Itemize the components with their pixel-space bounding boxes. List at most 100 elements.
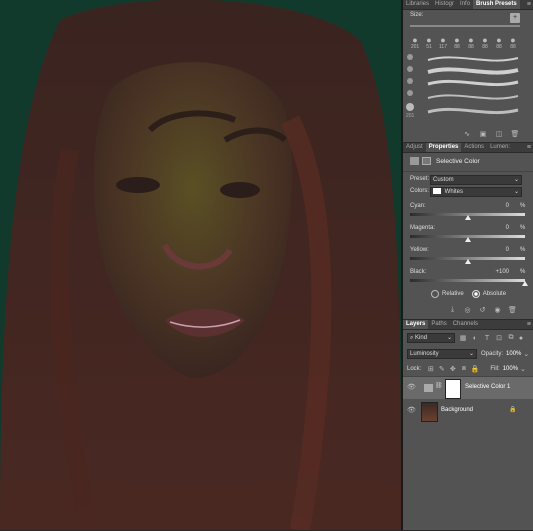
opacity-value[interactable]: 100% xyxy=(506,351,521,357)
tab-channels[interactable]: Channels xyxy=(450,320,481,329)
slider-value-input[interactable]: 0 xyxy=(480,201,512,211)
panel-menu-icon[interactable]: ≡ xyxy=(527,321,533,328)
eye-icon[interactable]: 👁 xyxy=(407,383,416,391)
tab-libraries[interactable]: Libraries xyxy=(403,0,432,9)
shape-filter-icon[interactable]: ⊡ xyxy=(493,334,505,342)
chevron-down-icon[interactable]: ⌄ xyxy=(523,350,529,358)
magenta-slider-track[interactable] xyxy=(410,235,525,242)
slider-value-input[interactable]: 0 xyxy=(480,245,512,255)
cyan-slider-track[interactable] xyxy=(410,213,525,220)
slider-label: Magenta: xyxy=(410,225,436,231)
lock-transparent-icon[interactable]: ⊞ xyxy=(425,365,436,373)
new-preset-icon[interactable]: + xyxy=(510,13,520,23)
slider-label: Yellow: xyxy=(410,247,429,253)
link-icon[interactable]: ⛓ xyxy=(435,382,443,389)
cyan-slider-group: Cyan: 0 % xyxy=(403,201,533,220)
new-brush-icon[interactable]: ◫ xyxy=(491,130,507,138)
properties-panel-tabs: Adjust Properties Actions Lumen: ≡ xyxy=(403,143,533,153)
yellow-slider-group: Yellow: 0 % xyxy=(403,245,533,264)
absolute-label: Absolute xyxy=(482,291,507,297)
panel-menu-icon[interactable]: ≡ xyxy=(527,144,533,151)
lock-label: Lock: xyxy=(407,366,422,372)
absolute-radio[interactable] xyxy=(471,290,480,298)
create-preset-icon[interactable]: ▣ xyxy=(475,130,491,138)
lock-pixels-icon[interactable]: ✎ xyxy=(436,365,447,373)
tab-adjustments[interactable]: Adjust xyxy=(403,143,426,152)
filter-toggle-icon[interactable]: ● xyxy=(517,335,525,342)
preset-label: Preset: xyxy=(410,176,430,182)
view-previous-icon[interactable]: ◎ xyxy=(460,306,475,314)
slider-value-input[interactable]: 0 xyxy=(480,223,512,233)
layers-panel-tabs: Layers Paths Channels ≡ xyxy=(403,320,533,330)
fill-value[interactable]: 100% xyxy=(503,366,518,372)
brush-size-label: 88 xyxy=(454,44,460,50)
tab-info[interactable]: Info xyxy=(457,0,473,9)
blend-row: Luminosity ⌄ Opacity: 100% ⌄ xyxy=(407,349,529,359)
slider-thumb[interactable] xyxy=(464,259,471,264)
trash-icon[interactable]: 🗑 xyxy=(507,130,523,138)
colors-dropdown[interactable]: Whites ⌄ xyxy=(430,187,522,197)
unit-label: % xyxy=(520,203,526,209)
tab-histogram[interactable]: Histogr xyxy=(432,0,457,9)
layer-row[interactable]: 👁 Background 🔒 xyxy=(403,400,533,422)
lock-artboard-icon[interactable]: ⧈ xyxy=(458,365,469,373)
slider-thumb[interactable] xyxy=(464,215,471,220)
slider-thumb[interactable] xyxy=(522,281,528,286)
kind-label: Kind xyxy=(415,335,428,341)
yellow-slider-track[interactable] xyxy=(410,257,525,264)
eye-icon[interactable]: 👁 xyxy=(407,406,416,414)
clip-to-layer-icon[interactable]: ⤓ xyxy=(445,306,460,314)
tab-brush-presets[interactable]: Brush Presets xyxy=(473,0,520,9)
layer-thumbnail[interactable] xyxy=(421,402,438,422)
brush-size-label: 51 xyxy=(426,44,432,50)
reset-icon[interactable]: ↺ xyxy=(475,306,490,314)
smart-object-filter-icon[interactable]: ⧉ xyxy=(505,334,517,342)
visibility-icon[interactable]: ◉ xyxy=(490,306,505,314)
chevron-down-icon[interactable]: ⌄ xyxy=(520,365,526,373)
tab-paths[interactable]: Paths xyxy=(428,320,449,329)
portrait-photo xyxy=(0,0,401,530)
panel-menu-icon[interactable]: ≡ xyxy=(527,1,533,8)
tab-layers[interactable]: Layers xyxy=(403,320,429,329)
brush-side-list: 201 xyxy=(403,52,415,126)
lock-all-icon[interactable]: 🔒 xyxy=(469,365,480,373)
black-slider-track[interactable] xyxy=(410,279,528,286)
brush-footer-icons: ∿ ▣ ◫ 🗑 xyxy=(459,130,523,138)
slider-label: Black: xyxy=(410,269,427,275)
blend-mode-dropdown[interactable]: Luminosity ⌄ xyxy=(407,349,477,359)
brush-panel-tabs: Libraries Histogr Info Brush Presets ≡ xyxy=(403,0,533,10)
relative-radio[interactable] xyxy=(431,290,439,298)
properties-footer-icons: ⤓ ◎ ↺ ◉ 🗑 xyxy=(445,306,520,314)
chevron-down-icon: ⌄ xyxy=(446,335,452,341)
chevron-down-icon: ⌄ xyxy=(513,177,519,183)
trash-icon[interactable]: 🗑 xyxy=(505,306,520,314)
brush-size-label: 88 xyxy=(510,44,516,50)
tab-properties[interactable]: Properties xyxy=(425,143,462,152)
layer-row[interactable]: 👁 ⛓ Selective Color 1 xyxy=(403,377,533,399)
brush-size-label: 201 xyxy=(410,44,420,50)
unit-label: % xyxy=(520,225,526,231)
document-canvas[interactable] xyxy=(0,0,401,530)
type-filter-icon[interactable]: T xyxy=(481,335,493,342)
layer-mask-thumbnail[interactable] xyxy=(445,379,461,399)
tab-lumen[interactable]: Lumen: xyxy=(487,143,513,152)
black-slider-group: Black: +100 % xyxy=(403,267,533,286)
adjustment-title: Selective Color xyxy=(436,157,480,165)
slider-thumb[interactable] xyxy=(464,237,471,242)
mask-icon[interactable] xyxy=(422,157,431,165)
slider-value-input[interactable]: +100 xyxy=(480,267,512,277)
kind-filter-dropdown[interactable]: ⌕ Kind ⌄ xyxy=(407,333,455,343)
brush-size-label: 88 xyxy=(496,44,502,50)
brush-size-label: 88 xyxy=(468,44,474,50)
pixel-filter-icon[interactable]: ▦ xyxy=(457,334,469,342)
layer-name[interactable]: Background xyxy=(441,407,473,413)
layer-name[interactable]: Selective Color 1 xyxy=(465,384,510,390)
tab-actions[interactable]: Actions xyxy=(461,143,487,152)
preset-dropdown[interactable]: Custom ⌄ xyxy=(430,175,522,185)
toggle-brush-panel-icon[interactable]: ∿ xyxy=(459,130,475,138)
slider-label: Cyan: xyxy=(410,203,426,209)
adjustment-filter-icon[interactable]: ◐ xyxy=(469,335,481,342)
size-slider[interactable] xyxy=(410,25,520,27)
brush-stroke-previews[interactable] xyxy=(418,52,526,124)
lock-position-icon[interactable]: ✥ xyxy=(447,365,458,373)
